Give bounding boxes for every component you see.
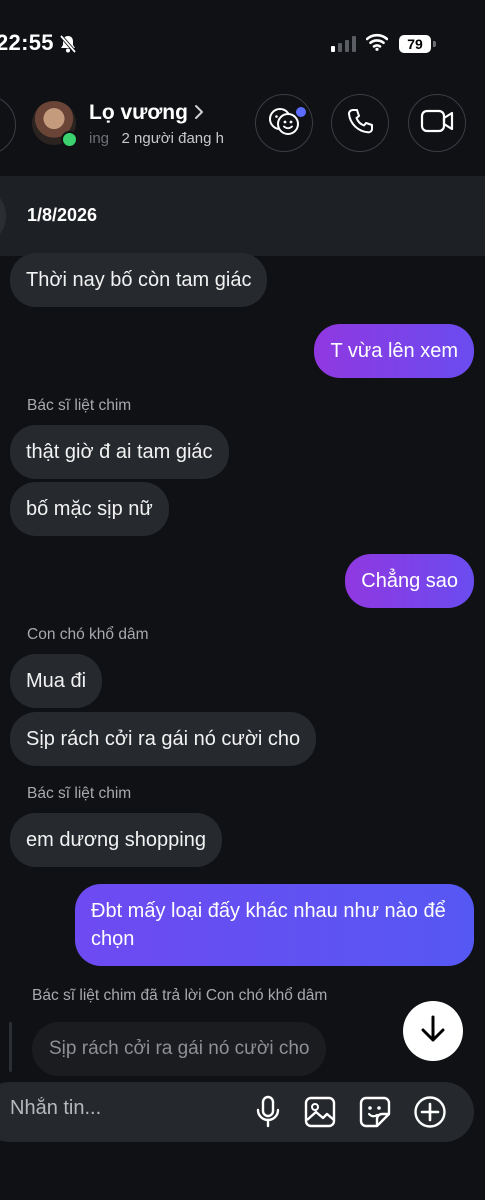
- back-button[interactable]: [0, 95, 16, 155]
- reply-caption: Bác sĩ liệt chim đã trả lời Con chó khổ …: [32, 987, 328, 1004]
- battery-icon: 79: [399, 35, 431, 53]
- online-indicator: [61, 131, 78, 148]
- scroll-to-bottom-button[interactable]: [403, 1001, 463, 1061]
- message-bubble-incoming[interactable]: thật giờ đ ai tam giác: [10, 425, 229, 479]
- message-bubble-incoming[interactable]: Thời nay bố còn tam giác: [10, 253, 268, 307]
- call-button[interactable]: [331, 94, 389, 152]
- plus-circle-icon[interactable]: [412, 1093, 448, 1131]
- chat-screen: 22:55 79 Lọ vương ing 2 người đang h 1/8…: [0, 0, 485, 1200]
- header-subtitle: ing 2 người đang h: [89, 130, 254, 147]
- message-bubble-incoming[interactable]: bố mặc sịp nữ: [10, 482, 169, 536]
- message-bubble-outgoing[interactable]: Chẳng sao: [345, 554, 474, 608]
- subtitle-active-count: 2 người đang h: [121, 130, 224, 147]
- message-bubble-incoming[interactable]: Sịp rách cởi ra gái nó cười cho: [10, 712, 317, 766]
- battery-tip: [433, 41, 436, 47]
- signal-icon: [331, 36, 356, 52]
- sender-name: Bác sĩ liệt chim: [27, 397, 132, 414]
- sender-name: Con chó khổ dâm: [27, 626, 149, 643]
- replied-message-preview[interactable]: Sịp rách cởi ra gái nó cười cho: [32, 1022, 327, 1076]
- video-call-button[interactable]: [408, 94, 466, 152]
- date-separator: 1/8/2026: [27, 205, 98, 225]
- message-bubble-outgoing[interactable]: T vừa lên xem: [314, 324, 474, 378]
- message-bubble-incoming[interactable]: Mua đi: [10, 654, 103, 708]
- status-time: 22:55: [0, 30, 54, 55]
- contact-name[interactable]: Lọ vương: [89, 101, 188, 125]
- theme-badge-dot: [296, 107, 306, 117]
- chevron-right-icon[interactable]: [193, 104, 205, 125]
- microphone-icon[interactable]: [250, 1093, 286, 1131]
- arrow-down-icon: [419, 1014, 447, 1049]
- sticker-icon[interactable]: [357, 1093, 393, 1131]
- phone-icon: [346, 107, 374, 140]
- image-icon[interactable]: [302, 1093, 338, 1131]
- message-bubble-outgoing[interactable]: Đbt mấy loại đấy khác nhau như nào để ch…: [75, 884, 474, 966]
- reply-indicator-line: [9, 1022, 12, 1072]
- bell-off-icon: [58, 34, 78, 59]
- message-bubble-incoming[interactable]: em dương shopping: [10, 813, 222, 867]
- subtitle-prefix: ing: [89, 130, 110, 147]
- wifi-icon: [365, 33, 389, 56]
- video-camera-icon: [420, 108, 454, 139]
- theme-button[interactable]: [255, 94, 313, 152]
- message-input[interactable]: [10, 1097, 230, 1120]
- sender-name: Bác sĩ liệt chim: [27, 785, 132, 802]
